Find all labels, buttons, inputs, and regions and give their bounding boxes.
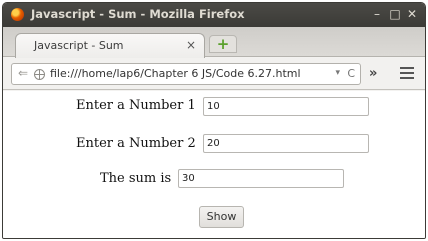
- title-bar: Javascript - Sum - Mozilla Firefox – □ ✕: [3, 3, 425, 27]
- url-text[interactable]: file:///home/lap6/Chapter 6 JS/Code 6.27…: [50, 67, 301, 80]
- page-content: Enter a Number 1 Enter a Number 2 The su…: [3, 91, 425, 238]
- show-button[interactable]: Show: [199, 206, 244, 228]
- navigation-bar: ⇐ file:///home/lap6/Chapter 6 JS/Code 6.…: [3, 58, 425, 90]
- url-bar[interactable]: ⇐ file:///home/lap6/Chapter 6 JS/Code 6.…: [11, 63, 361, 85]
- number2-input[interactable]: [203, 134, 369, 153]
- firefox-icon: [11, 8, 24, 21]
- reload-icon[interactable]: C: [347, 67, 355, 80]
- tab-strip: Javascript - Sum × +: [3, 27, 425, 58]
- tab-close-icon[interactable]: ×: [186, 38, 196, 52]
- number1-label: Enter a Number 1: [76, 98, 196, 113]
- minimize-button[interactable]: –: [369, 6, 385, 22]
- toolbar-overflow-button[interactable]: »: [369, 66, 377, 81]
- new-tab-button[interactable]: +: [209, 35, 237, 53]
- maximize-button[interactable]: □: [387, 6, 403, 22]
- browser-window: Javascript - Sum - Mozilla Firefox – □ ✕…: [2, 2, 426, 239]
- close-window-button[interactable]: ✕: [404, 6, 420, 22]
- sum-label: The sum is: [100, 171, 172, 186]
- sum-output-input[interactable]: [178, 169, 344, 188]
- number2-label: Enter a Number 2: [76, 136, 196, 151]
- back-arrow-icon[interactable]: ⇐: [18, 66, 28, 80]
- url-dropdown-icon[interactable]: ▾: [335, 68, 340, 78]
- hamburger-menu-icon[interactable]: [400, 67, 414, 79]
- tab-label: Javascript - Sum: [34, 39, 124, 52]
- number1-input[interactable]: [203, 97, 369, 116]
- window-title: Javascript - Sum - Mozilla Firefox: [31, 7, 245, 21]
- globe-icon: [34, 69, 45, 80]
- tab-javascript-sum[interactable]: Javascript - Sum ×: [15, 33, 205, 58]
